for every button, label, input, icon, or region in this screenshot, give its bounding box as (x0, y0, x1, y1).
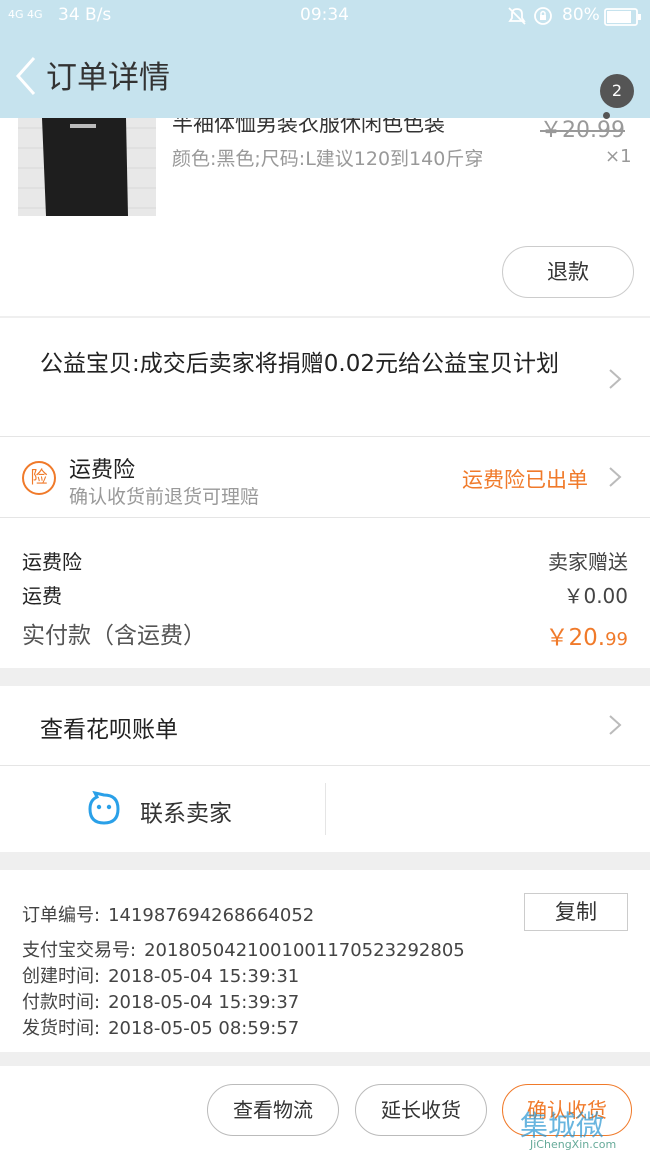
charity-chevron-icon (608, 368, 622, 390)
battery-percent: 80% (562, 5, 600, 25)
charity-text: 公益宝贝:成交后卖家将捐赠0.02元给公益宝贝计划 (40, 351, 559, 377)
watermark-url: JiChengXin.com (530, 1138, 617, 1151)
clock: 09:34 (300, 5, 349, 25)
message-badge[interactable]: 2 (600, 74, 634, 108)
app-header: 订单详情 2 (0, 32, 650, 119)
insurance-chevron-icon (608, 466, 622, 488)
huabei-chevron-icon (608, 714, 622, 736)
network-indicator: 4G 4G (8, 8, 43, 21)
refund-button[interactable]: 退款 (502, 246, 634, 298)
rotation-lock-icon (532, 6, 554, 31)
fee-label: 运费险 (22, 550, 82, 574)
huabei-link[interactable]: 查看花呗账单 (40, 710, 178, 744)
product-spec: 颜色:黑色;尺码:L建议120到140斤穿 (172, 148, 484, 170)
chat-face-icon[interactable] (86, 790, 122, 827)
insurance-icon: 险 (22, 461, 56, 495)
total-main: ￥20. (545, 625, 606, 651)
product-quantity: ×1 (605, 146, 632, 167)
alipay-number: 支付宝交易号: 2018050421001001170523292805 (22, 936, 465, 962)
copy-button[interactable]: 复制 (524, 893, 628, 931)
paid-label: 付款时间: (22, 992, 101, 1013)
insurance-status[interactable]: 运费险已出单 (462, 464, 588, 494)
insurance-subtitle: 确认收货前退货可理赔 (69, 486, 260, 508)
order-number-label: 订单编号: (22, 905, 101, 926)
divider (325, 783, 326, 835)
order-number: 订单编号: 141987694268664052 (22, 901, 314, 927)
product-thumbnail[interactable] (18, 118, 156, 216)
shipped-time: 发货时间: 2018-05-05 08:59:57 (22, 1014, 299, 1040)
alipay-value: 2018050421001001170523292805 (144, 940, 465, 961)
mute-icon (506, 6, 528, 31)
extend-receipt-button[interactable]: 延长收货 (355, 1084, 487, 1136)
watermark: 集城微 JiChengXin.com (520, 1104, 650, 1155)
more-menu-icon[interactable] (603, 112, 610, 119)
created-time: 创建时间: 2018-05-04 15:39:31 (22, 962, 299, 988)
order-number-value: 141987694268664052 (108, 905, 315, 926)
paid-time: 付款时间: 2018-05-04 15:39:37 (22, 988, 299, 1014)
status-bar: 4G 4G 34 B/s 09:34 80% (0, 0, 650, 32)
fee-label: 运费 (22, 584, 62, 608)
shipped-label: 发货时间: (22, 1018, 101, 1039)
total-label: 实付款（含运费） (22, 623, 206, 649)
insurance-title: 运费险 (69, 458, 136, 483)
fee-value: 卖家赠送 (548, 550, 628, 574)
battery-icon (604, 8, 642, 31)
view-logistics-button[interactable]: 查看物流 (207, 1084, 339, 1136)
paid-value: 2018-05-04 15:39:37 (108, 992, 300, 1013)
fee-value: ￥0.00 (563, 584, 628, 608)
total-cents: 99 (605, 629, 628, 650)
total-value: ￥20.99 (546, 618, 628, 652)
network-speed: 34 B/s (58, 5, 112, 25)
created-value: 2018-05-04 15:39:31 (108, 966, 300, 987)
page-title: 订单详情 (46, 60, 170, 96)
created-label: 创建时间: (22, 966, 101, 987)
shipped-value: 2018-05-05 08:59:57 (108, 1018, 300, 1039)
contact-seller-button[interactable]: 联系卖家 (140, 794, 232, 828)
alipay-label: 支付宝交易号: (22, 940, 137, 961)
